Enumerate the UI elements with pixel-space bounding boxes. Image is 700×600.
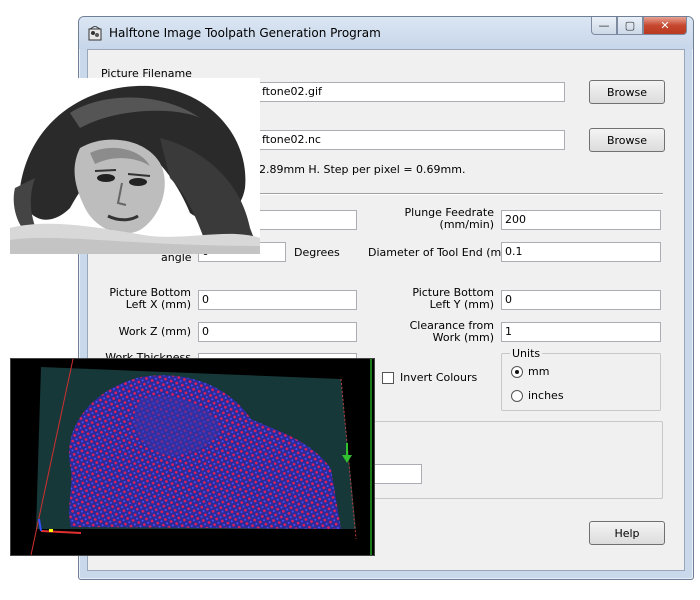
units-mm-label: mm bbox=[528, 365, 550, 378]
help-button[interactable]: Help bbox=[589, 521, 665, 545]
plunge-feedrate-input[interactable]: 200 bbox=[501, 210, 661, 230]
maximize-button[interactable]: ▢ bbox=[617, 17, 643, 35]
picture-bottom-left-y-label-line2: Left Y (mm) bbox=[429, 298, 494, 311]
minimize-button[interactable]: — bbox=[591, 17, 617, 35]
lower-options-group bbox=[367, 421, 663, 499]
units-mm-radio[interactable] bbox=[511, 366, 523, 378]
picture-bottom-left-y-value: 0 bbox=[505, 293, 512, 306]
picture-browse-button[interactable]: Browse bbox=[589, 80, 665, 104]
tool-diameter-label: Diameter of Tool End (mm) bbox=[368, 246, 517, 259]
window-title: Halftone Image Toolpath Generation Progr… bbox=[109, 26, 381, 40]
work-z-value: 0 bbox=[202, 325, 209, 338]
units-inches-label: inches bbox=[528, 389, 564, 402]
picture-bottom-left-x-input[interactable]: 0 bbox=[198, 290, 357, 310]
halftone-portrait-image bbox=[10, 78, 260, 254]
image-size-info: 2.89mm H. Step per pixel = 0.69mm. bbox=[259, 163, 466, 176]
plunge-feedrate-label-line2: (mm/min) bbox=[439, 218, 494, 231]
plunge-feedrate-value: 200 bbox=[505, 213, 526, 226]
picture-bottom-left-x-label-line2: Left X (mm) bbox=[125, 298, 191, 311]
close-icon: ✕ bbox=[660, 19, 670, 32]
minimize-icon: — bbox=[598, 19, 610, 32]
tool-diameter-value: 0.1 bbox=[505, 245, 523, 258]
picture-bottom-left-y-label: Picture Bottom Left Y (mm) bbox=[398, 287, 494, 311]
clearance-value: 1 bbox=[505, 325, 512, 338]
invert-colours-label: Invert Colours bbox=[400, 371, 478, 384]
invert-colours-checkbox[interactable] bbox=[382, 372, 394, 384]
clearance-input[interactable]: 1 bbox=[501, 322, 661, 342]
units-inches-radio[interactable] bbox=[511, 390, 523, 402]
plunge-feedrate-label: Plunge Feedrate (mm/min) bbox=[388, 207, 494, 231]
lower-options-input[interactable] bbox=[367, 464, 422, 484]
output-browse-button[interactable]: Browse bbox=[589, 128, 665, 152]
tool-diameter-input[interactable]: 0.1 bbox=[501, 242, 661, 262]
portrait-illustration bbox=[10, 85, 260, 254]
app-icon bbox=[88, 26, 102, 41]
work-z-label: Work Z (mm) bbox=[118, 325, 191, 338]
units-legend: Units bbox=[510, 347, 543, 360]
clearance-label-line2: Work (mm) bbox=[432, 331, 494, 344]
screenshot-stage: Halftone Image Toolpath Generation Progr… bbox=[0, 0, 700, 600]
units-group: Units mm inches bbox=[501, 347, 661, 411]
toolpath-render-graphic bbox=[30, 359, 372, 555]
work-z-input[interactable]: 0 bbox=[198, 322, 357, 342]
picture-bottom-left-y-input[interactable]: 0 bbox=[501, 290, 661, 310]
picture-bottom-left-x-value: 0 bbox=[202, 293, 209, 306]
maximize-icon: ▢ bbox=[624, 19, 636, 32]
title-bar[interactable]: Halftone Image Toolpath Generation Progr… bbox=[79, 17, 693, 49]
picture-bottom-left-x-label: Picture Bottom Left X (mm) bbox=[101, 287, 191, 311]
toolpath-preview-render bbox=[10, 358, 375, 556]
clearance-label: Clearance from Work (mm) bbox=[398, 320, 494, 344]
close-button[interactable]: ✕ bbox=[643, 17, 687, 35]
degrees-label: Degrees bbox=[294, 246, 340, 259]
window-controls: — ▢ ✕ bbox=[591, 17, 687, 37]
